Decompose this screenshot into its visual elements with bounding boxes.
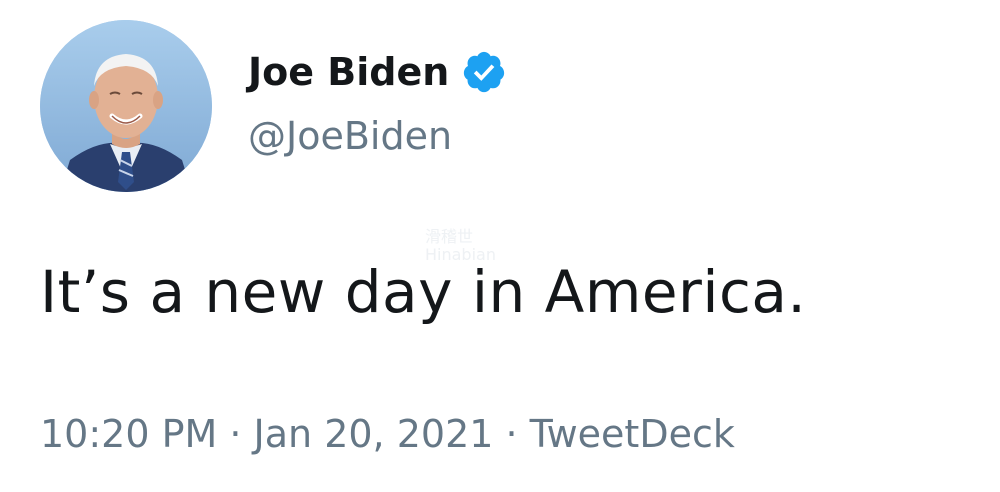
meta-separator: ·: [493, 412, 530, 456]
tweet-text: It’s a new day in America.: [40, 258, 807, 326]
author-block: Joe Biden @JoeBiden: [248, 44, 507, 158]
watermark-line-1: 滑稽世: [425, 227, 474, 246]
tweet-source[interactable]: TweetDeck: [530, 412, 735, 456]
author-avatar[interactable]: [40, 20, 212, 192]
tweet-date[interactable]: Jan 20, 2021: [254, 412, 494, 456]
author-handle[interactable]: @JoeBiden: [248, 114, 507, 158]
meta-separator: ·: [217, 412, 254, 456]
author-display-name[interactable]: Joe Biden: [248, 50, 449, 94]
name-row: Joe Biden: [248, 44, 507, 100]
tweet-card: Joe Biden @JoeBiden 滑稽世 Hinabian It’s a …: [0, 0, 1000, 492]
avatar-photo-icon: [40, 20, 212, 192]
verified-badge-icon: [461, 49, 507, 95]
tweet-time[interactable]: 10:20 PM: [40, 412, 217, 456]
tweet-meta: 10:20 PM · Jan 20, 2021 · TweetDeck: [40, 412, 735, 456]
